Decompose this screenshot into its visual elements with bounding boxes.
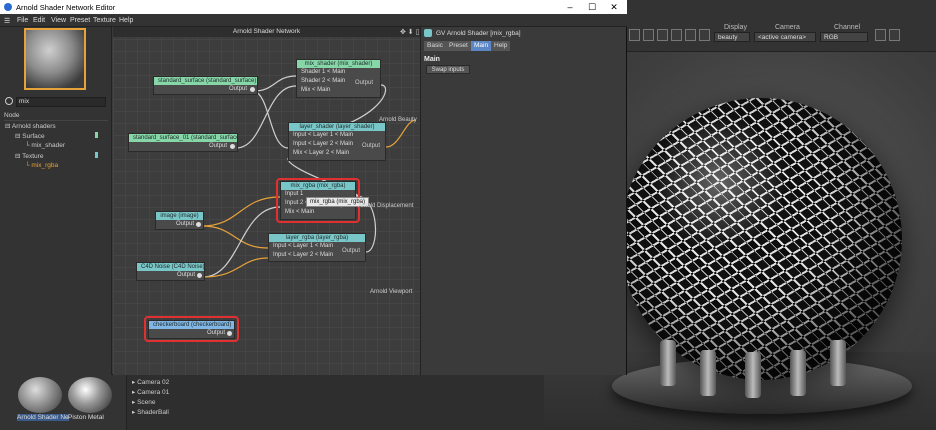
node-title: layer_shader (layer_shader)	[289, 123, 385, 131]
material-swatch[interactable]	[18, 377, 62, 413]
object-manager	[126, 371, 544, 430]
highlight-box	[144, 316, 239, 342]
tab-help[interactable]: Help	[491, 41, 511, 51]
arnold-viewport-output[interactable]: Arnold Viewport	[370, 289, 412, 295]
piston	[745, 352, 761, 398]
node-layer-rgba[interactable]: layer_rgba (layer_rgba) Input < Layer 1 …	[268, 233, 366, 262]
node-input: Shader 1 < Main	[301, 69, 346, 75]
grid-icon[interactable]	[657, 29, 668, 41]
channel-label: Channel	[834, 24, 861, 31]
piston	[700, 350, 716, 396]
camera-label: Camera	[775, 24, 800, 31]
node-output: Output	[208, 143, 227, 149]
node-input: Input < Layer 1 < Main	[293, 132, 354, 138]
lock-icon[interactable]	[671, 29, 682, 41]
swap-inputs-button[interactable]: Swap inputs	[426, 65, 470, 74]
material-label[interactable]: Arnold Shader Ne	[17, 414, 69, 421]
object-name: Scene	[137, 399, 156, 406]
object-row[interactable]: ▸ ShaderBall	[132, 408, 169, 417]
connection-wire	[202, 257, 269, 278]
display-dropdown[interactable]: beauty	[714, 32, 750, 42]
camera-icon[interactable]	[889, 29, 900, 41]
viewer-toolbar: Display beauty Camera <active camera> Ch…	[627, 0, 936, 52]
output-port[interactable]	[230, 144, 235, 149]
node-image[interactable]: image (image) Output	[155, 211, 204, 230]
node-c4d-noise[interactable]: C4D Noise (C4D Noise) Output	[136, 262, 205, 281]
attribute-title: GV Arnold Shader [mix_rgba]	[436, 30, 521, 37]
attribute-panel	[420, 27, 626, 375]
node-title: standard_surface_01 (standard_surface)	[129, 134, 237, 142]
node-title: mix_shader (mix_shader)	[297, 60, 380, 68]
arnold-beauty-output[interactable]: Arnold Beauty	[379, 117, 417, 123]
arnold-displacement-output[interactable]: Arnold Displacement	[358, 203, 413, 209]
camera-dropdown[interactable]: <active camera>	[754, 32, 816, 42]
object-name: Camera 01	[137, 389, 170, 396]
tab-preset[interactable]: Preset	[446, 41, 471, 51]
shaderball-render	[620, 98, 902, 380]
connection-wire	[201, 225, 269, 249]
node-output: Output	[228, 86, 247, 92]
node-title: image (image)	[156, 212, 203, 220]
render-region-icon[interactable]	[629, 29, 640, 41]
node-input: Mix < Main	[301, 87, 331, 93]
node-title: layer_rgba (layer_rgba)	[269, 234, 365, 242]
piston	[790, 350, 806, 396]
piston	[660, 340, 676, 386]
connection-wire	[201, 196, 281, 227]
node-title: standard_surface (standard_surface)	[154, 77, 257, 85]
node-output: Output	[176, 272, 195, 278]
output-port[interactable]	[196, 222, 201, 227]
snapshot-icon[interactable]	[643, 29, 654, 41]
connection-wire	[385, 119, 417, 148]
channel-dropdown[interactable]: RGB	[820, 32, 868, 42]
node-title: C4D Noise (C4D Noise)	[137, 263, 204, 271]
node-standard-surface[interactable]: standard_surface (standard_surface) Outp…	[153, 76, 258, 95]
node-output: Output	[362, 143, 381, 149]
node-layer-shader[interactable]: layer_shader (layer_shader) Input < Laye…	[288, 122, 386, 161]
output-port[interactable]	[250, 87, 255, 92]
object-row[interactable]: ▸ Camera 02	[132, 378, 169, 387]
tab-main[interactable]: Main	[471, 41, 492, 51]
material-label[interactable]: Piston Metal	[68, 414, 104, 421]
color-icon[interactable]	[685, 29, 696, 41]
text-icon[interactable]	[699, 29, 710, 41]
section-heading: Main	[424, 56, 440, 63]
piston	[830, 340, 846, 386]
shader-icon	[424, 29, 432, 37]
display-label: Display	[724, 24, 747, 31]
node-output: Output	[355, 80, 374, 86]
object-name: ShaderBall	[137, 409, 169, 416]
connection-wire	[235, 85, 297, 149]
node-mix-shader[interactable]: mix_shader (mix_shader) Shader 1 < Main …	[296, 59, 381, 98]
object-name: Camera 02	[137, 379, 170, 386]
node-output: Output	[342, 248, 361, 254]
connection-wire	[253, 75, 297, 92]
output-port[interactable]	[197, 273, 202, 278]
pause-icon[interactable]	[875, 29, 886, 41]
tab-basic[interactable]: Basic	[424, 41, 446, 51]
connection-wire	[253, 90, 289, 149]
material-swatch[interactable]	[68, 377, 112, 413]
object-row[interactable]: ▸ Camera 01	[132, 388, 169, 397]
object-row[interactable]: ▸ Scene	[132, 398, 156, 407]
node-input: Mix < Layer 2 < Main	[293, 150, 350, 156]
node-standard-surface-01[interactable]: standard_surface_01 (standard_surface) O…	[128, 133, 238, 152]
